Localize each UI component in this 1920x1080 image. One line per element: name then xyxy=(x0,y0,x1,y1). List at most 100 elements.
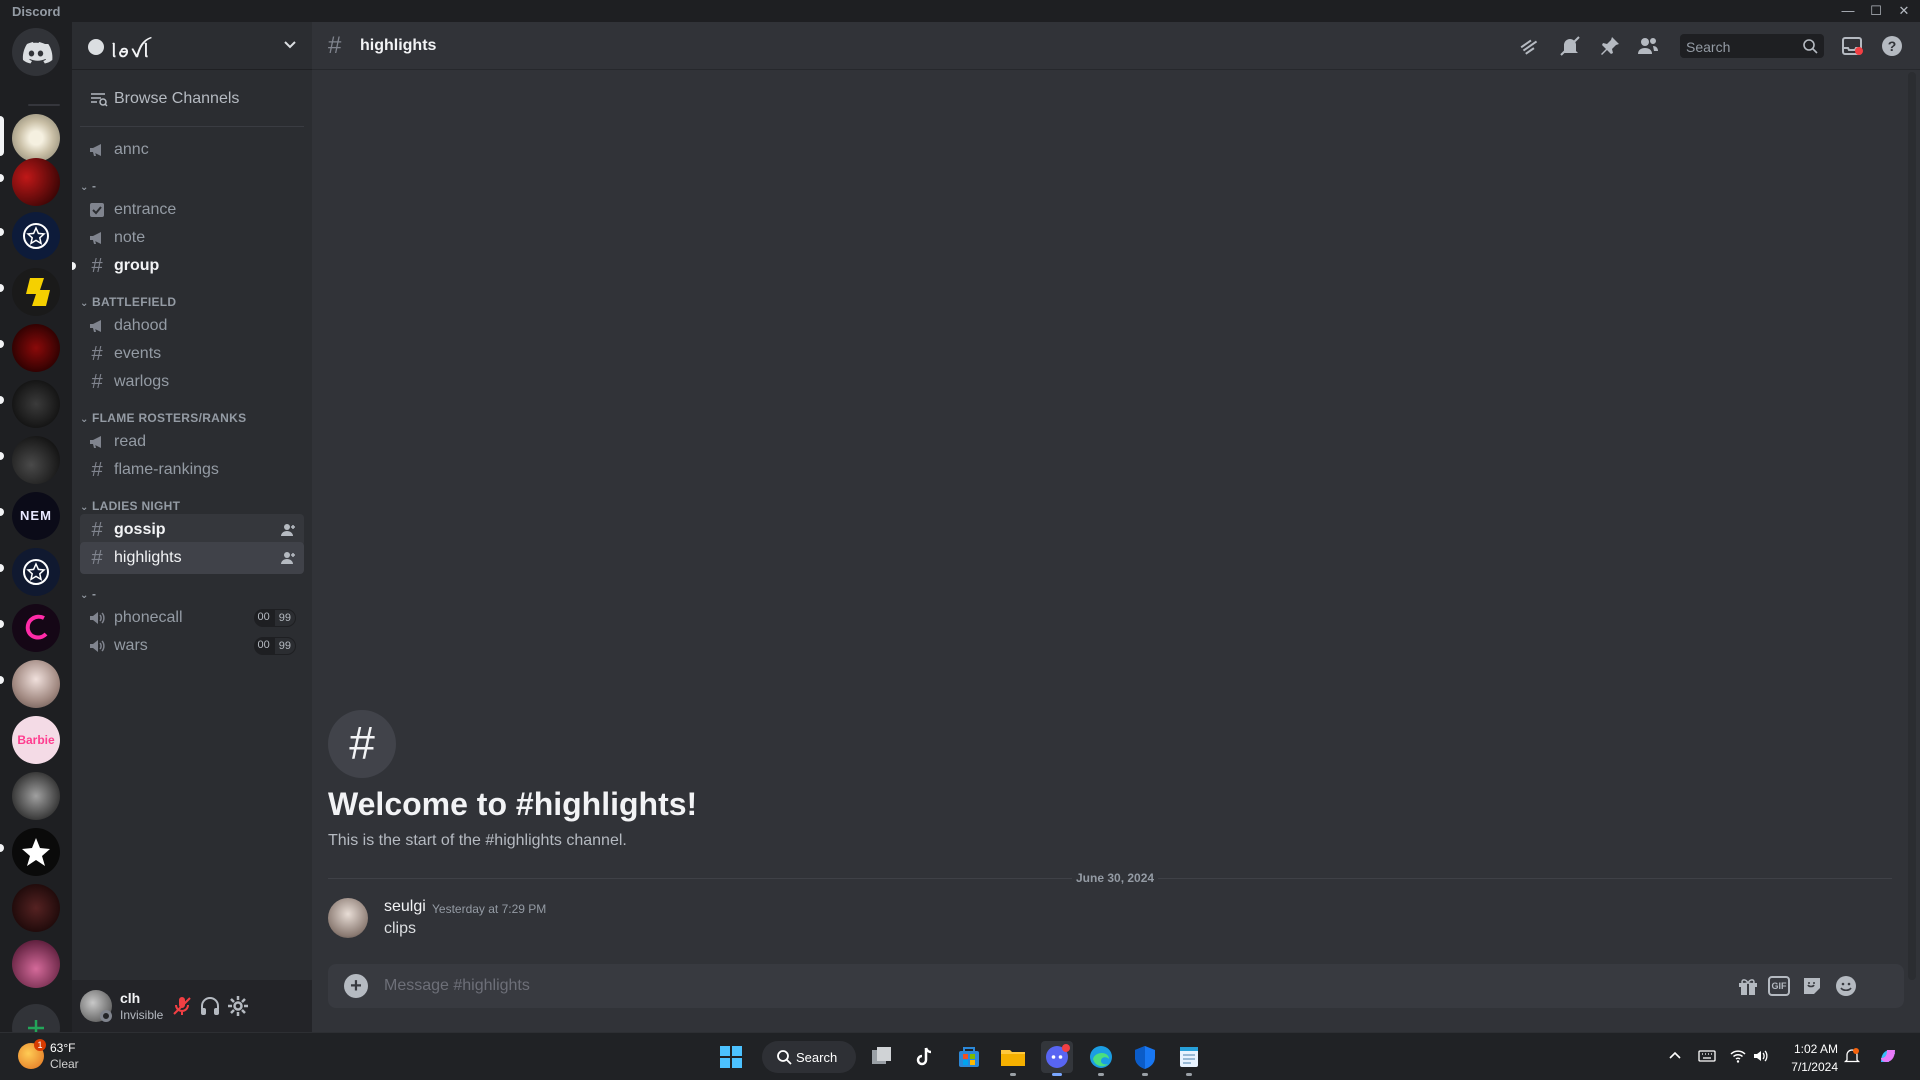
server-icon[interactable] xyxy=(12,660,60,708)
unread-indicator xyxy=(0,396,4,404)
message[interactable]: seulgi Yesterday at 7:29 PM clips xyxy=(328,896,1888,946)
avatar[interactable] xyxy=(328,898,368,938)
inbox-icon[interactable] xyxy=(1840,34,1864,58)
text-channel-icon: # xyxy=(91,371,103,393)
shield-icon xyxy=(1135,1046,1155,1069)
close-button[interactable]: ✕ xyxy=(1890,0,1918,22)
edge-app[interactable] xyxy=(1085,1041,1117,1076)
server-icon[interactable] xyxy=(12,772,60,820)
muted-mic-icon[interactable] xyxy=(170,994,194,1018)
scrollbar[interactable] xyxy=(1908,72,1916,980)
message-input[interactable]: Message #highlights xyxy=(384,977,530,995)
notepad-app[interactable] xyxy=(1173,1041,1205,1076)
tiktok-app[interactable] xyxy=(909,1041,941,1073)
server-icon[interactable] xyxy=(12,940,60,988)
search-input[interactable]: Search xyxy=(1680,34,1824,58)
server-list: NEM Barbie xyxy=(0,22,72,1052)
unread-indicator xyxy=(0,508,4,516)
discord-home-button[interactable] xyxy=(12,28,60,76)
server-icon[interactable] xyxy=(12,212,60,260)
sidebar-divider xyxy=(80,126,304,127)
window-title: Discord xyxy=(12,4,61,19)
help-icon[interactable]: ? xyxy=(1880,34,1904,58)
weather-badge: 1 xyxy=(34,1039,46,1051)
threads-icon[interactable] xyxy=(1518,34,1542,58)
welcome-title: Welcome to #highlights! xyxy=(328,786,698,822)
browse-channels-button[interactable]: Browse Channels xyxy=(80,82,304,116)
star-icon xyxy=(22,838,50,866)
text-channel-icon: # xyxy=(91,343,103,365)
server-icon[interactable] xyxy=(12,884,60,932)
gear-icon[interactable] xyxy=(226,994,250,1018)
neon-c-logo-icon xyxy=(25,614,48,640)
gif-button[interactable]: GIF xyxy=(1768,976,1790,996)
minimize-button[interactable]: — xyxy=(1834,0,1862,22)
guild-header[interactable]: ᥣꪮꪜᥣ xyxy=(72,22,312,70)
server-icon[interactable] xyxy=(12,158,60,206)
voice-user-count: 00 99 xyxy=(253,637,296,655)
server-icon[interactable] xyxy=(12,380,60,428)
headphones-icon[interactable] xyxy=(198,994,222,1018)
notepad-icon xyxy=(1180,1047,1198,1067)
channel-annc[interactable]: annc xyxy=(80,134,304,166)
server-icon[interactable] xyxy=(12,268,60,316)
guild-name: ᥣꪮꪜᥣ xyxy=(112,44,151,61)
server-icon[interactable] xyxy=(12,604,60,652)
file-explorer-app[interactable] xyxy=(997,1041,1029,1076)
channel-welcome-icon: # xyxy=(328,710,396,778)
server-icon[interactable] xyxy=(12,548,60,596)
member-list-icon[interactable] xyxy=(1636,34,1660,58)
taskbar-search[interactable]: Search xyxy=(762,1041,856,1073)
unread-indicator xyxy=(0,452,4,460)
keyboard-icon[interactable] xyxy=(1698,1047,1716,1065)
clock-time[interactable]: 1:02 AM xyxy=(1778,1042,1838,1056)
chevron-up-icon[interactable] xyxy=(1666,1047,1684,1065)
svg-text:?: ? xyxy=(1888,38,1897,54)
unread-indicator xyxy=(0,174,4,182)
channel-flame-rankings[interactable]: # flame-rankings xyxy=(80,454,304,486)
message-composer[interactable]: + Message #highlights GIF xyxy=(328,964,1904,1008)
server-icon-nem[interactable]: NEM xyxy=(12,492,60,540)
browse-channels-label: Browse Channels xyxy=(114,90,240,107)
channel-highlights[interactable]: # highlights xyxy=(80,542,304,574)
voice-channel-wars[interactable]: wars 00 99 xyxy=(80,630,304,662)
microsoft-store-app[interactable] xyxy=(953,1041,985,1073)
unread-indicator xyxy=(0,564,4,572)
pin-icon[interactable] xyxy=(1598,34,1622,58)
chat-header: # highlights Search ? xyxy=(312,22,1920,70)
welcome-subtitle: This is the start of the #highlights cha… xyxy=(328,832,627,849)
gift-icon[interactable] xyxy=(1736,974,1760,998)
weather-condition[interactable]: Clear xyxy=(50,1057,79,1071)
server-icon[interactable] xyxy=(12,324,60,372)
notification-bell-icon[interactable] xyxy=(1843,1047,1861,1065)
copilot-icon[interactable] xyxy=(1876,1044,1900,1068)
username[interactable]: clh xyxy=(120,990,140,1006)
channel-group[interactable]: # group xyxy=(72,250,304,282)
server-icon[interactable] xyxy=(12,436,60,484)
clock-date[interactable]: 7/1/2024 xyxy=(1778,1060,1838,1074)
channel-warlogs[interactable]: # warlogs xyxy=(80,366,304,398)
weather-temp[interactable]: 63°F xyxy=(50,1041,75,1055)
defender-app[interactable] xyxy=(1129,1041,1161,1076)
wifi-icon[interactable] xyxy=(1729,1047,1747,1065)
attach-plus-icon[interactable]: + xyxy=(344,974,368,998)
notification-settings-muted-icon[interactable] xyxy=(1558,34,1582,58)
maximize-button[interactable]: ☐ xyxy=(1862,0,1890,22)
start-button[interactable] xyxy=(715,1041,747,1073)
task-view-button[interactable] xyxy=(866,1041,898,1073)
date-divider-label: June 30, 2024 xyxy=(1072,871,1159,885)
create-invite-icon[interactable] xyxy=(280,522,296,538)
create-invite-icon[interactable] xyxy=(280,550,296,566)
message-author[interactable]: seulgi xyxy=(384,898,426,916)
server-icon-barbie[interactable]: Barbie xyxy=(12,716,60,764)
yellow-s-logo-icon xyxy=(26,278,50,306)
server-icon[interactable] xyxy=(12,828,60,876)
invisible-status-icon xyxy=(100,1010,112,1022)
search-icon xyxy=(1803,39,1818,54)
volume-icon[interactable] xyxy=(1752,1047,1770,1065)
sticker-icon[interactable] xyxy=(1800,974,1824,998)
server-icon[interactable] xyxy=(12,114,60,162)
text-channel-icon: # xyxy=(91,547,103,569)
discord-app[interactable] xyxy=(1041,1041,1073,1076)
emoji-icon[interactable] xyxy=(1834,974,1858,998)
